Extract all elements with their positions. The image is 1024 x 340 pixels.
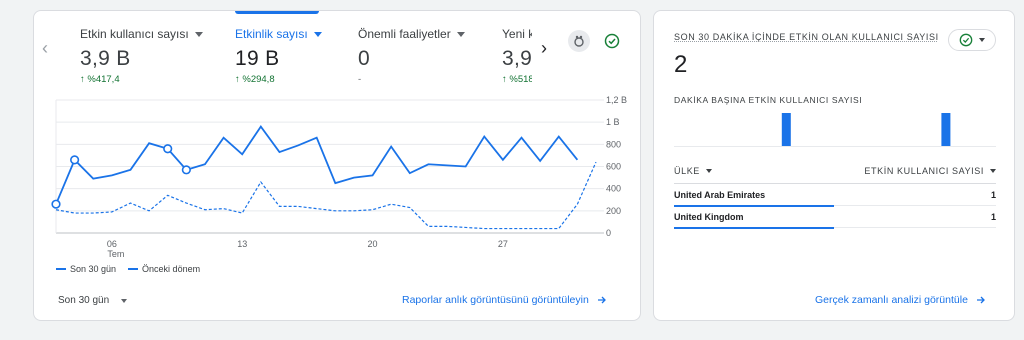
metric-label: Yeni k [502, 27, 532, 41]
view-realtime-link[interactable]: Gerçek zamanlı analizi görüntüle [815, 294, 986, 306]
caret-down-icon [194, 31, 203, 37]
y-tick-label: 200 [606, 206, 621, 216]
x-tick-label: 20 [368, 239, 378, 249]
insights-icon [574, 35, 584, 47]
dashed-line-swatch [128, 268, 139, 270]
y-tick-label: 400 [606, 184, 621, 194]
country-cell: United Kingdom [674, 211, 744, 222]
caret-down-icon [990, 169, 996, 173]
data-quality-button[interactable] [601, 30, 623, 52]
data-point-marker[interactable] [70, 155, 80, 165]
metric-tab-event-count[interactable]: Etkinlik sayısı 19 B ↑ %294,8 [235, 27, 322, 91]
realtime-value: 2 [674, 51, 688, 78]
x-tick-label: 13 [237, 239, 247, 249]
view-reports-snapshot-link[interactable]: Raporlar anlık görüntüsünü görüntüleyin [402, 294, 607, 306]
column-label: ETKİN KULLANICI SAYISI [864, 166, 984, 176]
y-tick-label: 0 [606, 228, 611, 238]
legend-label: Son 30 gün [70, 264, 117, 274]
link-label: Raporlar anlık görüntüsünü görüntüleyin [402, 294, 589, 306]
data-point-marker[interactable] [181, 165, 191, 175]
check-circle-icon [959, 33, 973, 47]
per-minute-subtitle: DAKİKA BAŞINA ETKİN KULLANICI SAYISI [674, 95, 863, 105]
y-tick-label: 800 [606, 139, 621, 149]
count-cell: 1 [990, 211, 996, 222]
column-header-country[interactable]: ÜLKE [674, 166, 712, 176]
insights-button[interactable] [568, 30, 590, 52]
metric-change: ↑ %518 [502, 74, 532, 85]
metric-label: Etkin kullanıcı sayısı [80, 27, 189, 41]
metric-tab-key-events[interactable]: Önemli faaliyetler 0 - [358, 27, 465, 91]
date-range-select[interactable]: Son 30 gün [58, 295, 128, 306]
minute-bar[interactable] [781, 113, 791, 147]
chevron-left-icon[interactable]: ‹ [42, 39, 48, 57]
x-tick-sublabel: Tem [107, 249, 124, 259]
metric-tab-new-users[interactable]: Yeni k 3,9 ↑ %518 [502, 25, 532, 87]
legend-previous: Önceki dönem [128, 264, 200, 274]
metric-change: ↑ %417,4 [80, 74, 120, 85]
chart-legend: Son 30 gün Önceki dönem [56, 264, 200, 274]
caret-down-icon [313, 31, 322, 37]
per-minute-bar-chart [674, 113, 996, 147]
arrow-right-icon [597, 296, 606, 304]
caret-down-icon [979, 38, 985, 42]
metric-label: Önemli faaliyetler [358, 27, 451, 41]
legend-label: Önceki dönem [142, 264, 201, 274]
legend-current: Son 30 gün [56, 264, 116, 274]
metric-value: 3,9 [502, 47, 532, 70]
row-bar [674, 227, 834, 229]
active-tab-indicator [235, 11, 319, 14]
metric-tab-active-users[interactable]: Etkin kullanıcı sayısı 3,9 B ↑ %417,4 [80, 27, 203, 91]
link-label: Gerçek zamanlı analizi görüntüle [815, 294, 968, 306]
date-range-label: Son 30 gün [58, 295, 110, 306]
realtime-quality-dropdown[interactable] [948, 29, 996, 51]
check-circle-icon [604, 33, 620, 49]
caret-down-icon [121, 298, 128, 303]
metric-value: 0 [358, 47, 370, 70]
realtime-card: SON 30 DAKİKA İÇİNDE ETKİN OLAN KULLANIC… [653, 10, 1015, 321]
metric-label: Etkinlik sayısı [235, 27, 308, 41]
overview-card: ‹ Etkin kullanıcı sayısı 3,9 B ↑ %417,4 … [33, 10, 641, 321]
x-tick-label: 27 [498, 239, 508, 249]
series-previous-line [55, 161, 597, 230]
count-cell: 1 [990, 189, 996, 200]
minute-bar[interactable] [941, 113, 951, 147]
line-chart: 1,2 B 1 B 800 600 400 200 0 06Tem 13 20 27 [51, 95, 627, 259]
solid-line-swatch [56, 268, 66, 270]
y-tick-label: 1 B [606, 117, 620, 127]
realtime-title: SON 30 DAKİKA İÇİNDE ETKİN OLAN KULLANIC… [674, 32, 939, 42]
column-label: ÜLKE [674, 166, 700, 176]
caret-down-icon [456, 31, 465, 37]
metric-change: - [358, 74, 362, 85]
table-row[interactable]: United Kingdom 1 [674, 206, 996, 229]
arrow-right-icon [976, 296, 985, 304]
caret-down-icon [705, 169, 712, 173]
data-point-marker[interactable] [51, 199, 61, 209]
metric-change: ↑ %294,8 [235, 74, 275, 85]
series-current-line [55, 125, 579, 205]
table-row[interactable]: United Arab Emirates 1 [674, 184, 996, 207]
table-header: ÜLKE ETKİN KULLANICI SAYISI [674, 163, 996, 179]
x-tick-label: 06 [107, 239, 117, 249]
metric-value: 19 B [235, 47, 280, 70]
data-point-marker[interactable] [163, 144, 173, 154]
chevron-right-icon[interactable]: › [541, 39, 547, 57]
country-table: ÜLKE ETKİN KULLANICI SAYISI United Arab … [674, 163, 996, 229]
column-header-active-users[interactable]: ETKİN KULLANICI SAYISI [864, 166, 996, 176]
metric-value: 3,9 B [80, 47, 131, 70]
country-cell: United Arab Emirates [674, 189, 766, 200]
y-tick-label: 600 [606, 162, 621, 172]
y-tick-label: 1,2 B [606, 95, 627, 105]
